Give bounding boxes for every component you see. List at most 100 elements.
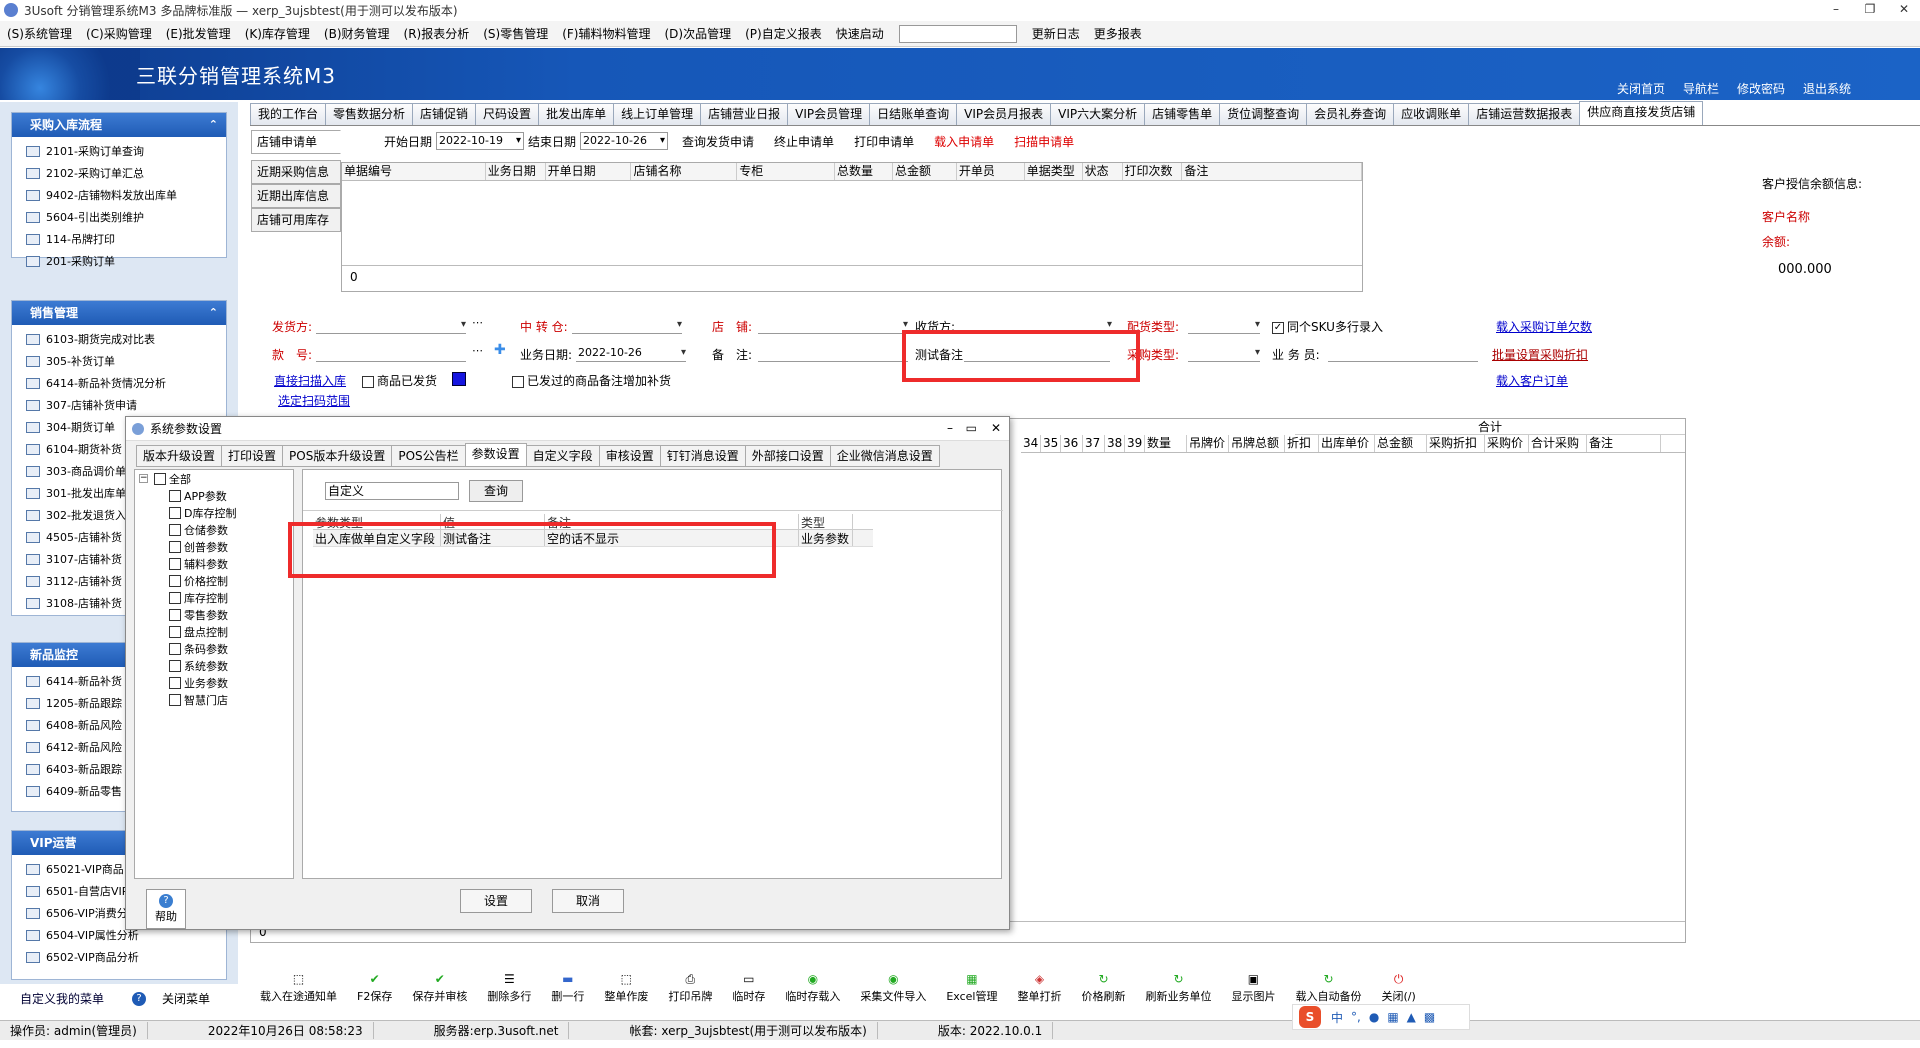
set-button[interactable]: 设置 bbox=[460, 889, 532, 913]
col-header[interactable]: 单据类型 bbox=[1025, 163, 1083, 180]
tab-vip-monthly[interactable]: VIP会员月报表 bbox=[956, 103, 1052, 125]
sidebar-item[interactable]: 2102-采购订单汇总 bbox=[12, 162, 226, 184]
load-customer-order-link[interactable]: 载入客户订单 bbox=[1496, 372, 1568, 389]
restore-icon[interactable]: ▭ bbox=[966, 421, 977, 435]
menu-changelog[interactable]: 更新日志 bbox=[1025, 25, 1087, 42]
tree-checkbox[interactable] bbox=[154, 472, 166, 485]
tree-node[interactable]: 零售参数 bbox=[135, 606, 293, 623]
col-header[interactable]: 出库单价 bbox=[1319, 435, 1375, 452]
col-header[interactable]: 备注 bbox=[1182, 163, 1363, 180]
tab-param-settings[interactable]: 参数设置 bbox=[464, 443, 527, 467]
print-request-button[interactable]: 打印申请单 bbox=[854, 133, 914, 150]
menu-reports[interactable]: (R)报表分析 bbox=[397, 25, 477, 42]
dist-type-select[interactable] bbox=[1188, 316, 1260, 334]
tree-checkbox[interactable] bbox=[169, 625, 181, 638]
tab-online-orders[interactable]: 线上订单管理 bbox=[613, 103, 702, 125]
close-icon[interactable]: ✕ bbox=[1896, 2, 1912, 16]
menu-defects[interactable]: (D)次品管理 bbox=[658, 25, 739, 42]
sidebar-section-header[interactable]: 销售管理 ⌃ bbox=[12, 301, 226, 325]
col-header[interactable]: 总数量 bbox=[835, 163, 893, 180]
tree-checkbox[interactable] bbox=[169, 659, 181, 672]
cancel-button[interactable]: 取消 bbox=[552, 889, 624, 913]
tree-root[interactable]: − 全部 bbox=[135, 470, 293, 487]
temp-save-button[interactable]: ▭ 临时存 bbox=[722, 972, 775, 1004]
tree-node[interactable]: 智慧门店 bbox=[135, 691, 293, 708]
col-header[interactable]: 吊牌总额 bbox=[1229, 435, 1285, 452]
add-icon[interactable]: ✚ bbox=[494, 342, 506, 358]
minimize-icon[interactable]: – bbox=[1828, 2, 1844, 16]
print-tag-button[interactable]: ⎙ 打印吊牌 bbox=[658, 972, 722, 1004]
col-header[interactable]: 打印次数 bbox=[1123, 163, 1183, 180]
tab-supplier-direct[interactable]: 供应商直接发货店铺 bbox=[1579, 101, 1704, 125]
tab-store-ops[interactable]: 店铺运营数据报表 bbox=[1468, 103, 1581, 125]
tree-checkbox[interactable] bbox=[169, 642, 181, 655]
code-input[interactable] bbox=[316, 344, 466, 362]
sidebar-item[interactable]: 201-采购订单 bbox=[12, 250, 226, 272]
load-transit-button[interactable]: ⬚ 载入在途通知单 bbox=[250, 972, 347, 1004]
tab-daily-bills[interactable]: 日结账单查询 bbox=[869, 103, 958, 125]
col-header[interactable]: 折扣 bbox=[1285, 435, 1319, 452]
menu-retail[interactable]: (S)零售管理 bbox=[476, 25, 555, 42]
menu-inventory[interactable]: (K)库存管理 bbox=[238, 25, 317, 42]
menu-system[interactable]: (S)系统管理 bbox=[0, 25, 79, 42]
quick-start-input[interactable] bbox=[898, 24, 1017, 43]
tab-external-api[interactable]: 外部接口设置 bbox=[744, 445, 831, 467]
size-header[interactable]: 37 bbox=[1083, 435, 1105, 452]
query-request-button[interactable]: 查询发货申请 bbox=[682, 133, 754, 150]
size-header[interactable]: 34 bbox=[1021, 435, 1041, 452]
discount-button[interactable]: ◈ 整单打折 bbox=[1007, 972, 1071, 1004]
save-approve-button[interactable]: ✔ 保存并审核 bbox=[402, 972, 477, 1004]
col-header[interactable]: 开单员 bbox=[957, 163, 1025, 180]
sidebar-section-header[interactable]: 采购入库流程 ⌃ bbox=[12, 113, 226, 137]
delete-row-button[interactable]: ▬ 删一行 bbox=[541, 972, 594, 1004]
multi-sku-checkbox[interactable]: ✓ bbox=[1272, 321, 1284, 334]
tab-version-upgrade[interactable]: 版本升级设置 bbox=[136, 445, 223, 467]
multi-sku-option[interactable]: ✓ 同个SKU多行录入 bbox=[1272, 318, 1383, 335]
tab-vip-members[interactable]: VIP会员管理 bbox=[787, 103, 871, 125]
collapse-icon[interactable]: − bbox=[139, 474, 148, 483]
param-search-input[interactable]: 自定义 bbox=[325, 482, 459, 500]
menu-finance[interactable]: (B)财务管理 bbox=[317, 25, 397, 42]
size-header[interactable]: 39 bbox=[1125, 435, 1145, 452]
close-button[interactable]: ⏻ 关闭(/) bbox=[1371, 972, 1425, 1004]
shipper-select[interactable] bbox=[316, 316, 466, 334]
transit-select[interactable] bbox=[572, 316, 682, 334]
my-menu-link[interactable]: 自定义我的菜单 bbox=[20, 990, 104, 1007]
collapse-icon[interactable]: ⌃ bbox=[209, 301, 218, 325]
skin-icon[interactable]: ▲ bbox=[1407, 1010, 1416, 1024]
stop-request-button[interactable]: 终止申请单 bbox=[774, 133, 834, 150]
close-icon[interactable]: ✕ bbox=[991, 421, 1001, 435]
tab-store-retail[interactable]: 店铺零售单 bbox=[1144, 103, 1221, 125]
col-header[interactable]: 总金额 bbox=[1375, 435, 1427, 452]
tab-store-daily[interactable]: 店铺营业日报 bbox=[700, 103, 789, 125]
tree-checkbox[interactable] bbox=[169, 676, 181, 689]
tree-node[interactable]: 辅料参数 bbox=[135, 555, 293, 572]
col-header[interactable]: 类型 bbox=[799, 514, 853, 530]
refresh-price-button[interactable]: ↻ 价格刷新 bbox=[1071, 972, 1135, 1004]
code-lookup-button[interactable]: ⋯ bbox=[472, 344, 483, 357]
tree-checkbox[interactable] bbox=[169, 591, 181, 604]
tab-pos-upgrade[interactable]: POS版本升级设置 bbox=[282, 445, 393, 467]
tab-store-promo[interactable]: 店铺促销 bbox=[412, 103, 477, 125]
shipped-checkbox[interactable] bbox=[362, 375, 374, 388]
tree-checkbox[interactable] bbox=[169, 693, 181, 706]
end-date-picker[interactable]: 2022-10-26 bbox=[580, 132, 669, 150]
collapse-icon[interactable]: ⌃ bbox=[209, 113, 218, 137]
replenish-option[interactable]: 已发过的商品备注增加补货 bbox=[512, 372, 671, 389]
sidebar-item[interactable]: 6414-新品补货情况分析 bbox=[12, 372, 226, 394]
tab-location-adjust[interactable]: 货位调整查询 bbox=[1219, 103, 1308, 125]
replenish-checkbox[interactable] bbox=[512, 375, 524, 388]
tree-node[interactable]: 价格控制 bbox=[135, 572, 293, 589]
col-header[interactable]: 店铺名称 bbox=[631, 163, 738, 180]
delete-rows-button[interactable]: ☰ 删除多行 bbox=[477, 972, 541, 1004]
menu-more-reports[interactable]: 更多报表 bbox=[1087, 25, 1149, 42]
size-header[interactable]: 38 bbox=[1105, 435, 1125, 452]
menu-wholesale[interactable]: (E)批发管理 bbox=[159, 25, 238, 42]
import-file-button[interactable]: ◉ 采集文件导入 bbox=[850, 972, 936, 1004]
save-button[interactable]: ✔ F2保存 bbox=[347, 972, 402, 1004]
param-category-cell[interactable]: 业务参数 bbox=[799, 530, 853, 546]
col-header[interactable]: 吊牌价 bbox=[1187, 435, 1229, 452]
sidebar-item[interactable]: 6103-期货完成对比表 bbox=[12, 328, 226, 350]
tab-dingtalk[interactable]: 钉钉消息设置 bbox=[659, 445, 746, 467]
tree-node[interactable]: 盘点控制 bbox=[135, 623, 293, 640]
